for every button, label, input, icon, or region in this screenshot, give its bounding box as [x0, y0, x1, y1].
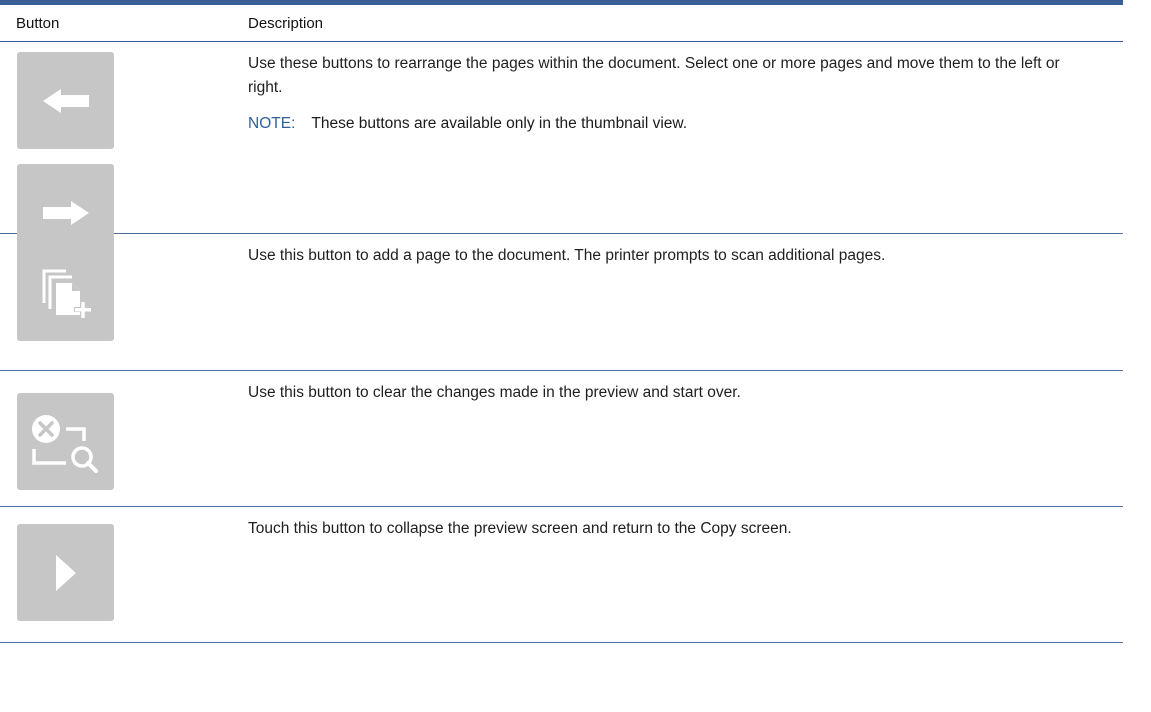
arrow-right-icon: [42, 200, 89, 225]
header-button: Button: [16, 14, 60, 32]
table-row: Use this button to add a page to the doc…: [0, 234, 1123, 371]
add-page-icon: [42, 269, 92, 319]
play-collapse-icon: [55, 554, 76, 591]
button-description-table: Button Description Use these buttons to …: [0, 0, 1123, 643]
button-cell: [0, 507, 248, 642]
description-cell: Use this button to clear the changes mad…: [248, 371, 1123, 506]
note-text: These buttons are available only in the …: [311, 115, 688, 132]
collapse-preview-button[interactable]: [17, 524, 114, 621]
table-row: Use this button to clear the changes mad…: [0, 371, 1123, 507]
clear-preview-icon: [31, 414, 98, 473]
description-text: Use this button to clear the changes mad…: [248, 384, 741, 401]
button-cell: [0, 234, 248, 370]
description-cell: Use this button to add a page to the doc…: [248, 234, 1123, 370]
table-header: Button Description: [0, 5, 1123, 42]
header-description: Description: [248, 14, 324, 32]
button-cell: [0, 371, 248, 506]
table-row: Touch this button to collapse the previe…: [0, 507, 1123, 643]
description-text: Touch this button to collapse the previe…: [248, 520, 792, 537]
note-label: NOTE:: [248, 115, 296, 132]
description-cell: Use these buttons to rearrange the pages…: [248, 42, 1123, 233]
clear-preview-button[interactable]: [17, 393, 114, 490]
button-cell: [0, 42, 248, 261]
move-left-button[interactable]: [17, 52, 114, 149]
description-cell: Touch this button to collapse the previe…: [248, 507, 1123, 642]
arrow-left-icon: [42, 88, 89, 113]
table-row: Use these buttons to rearrange the pages…: [0, 42, 1123, 261]
description-text: Use these buttons to rearrange the pages…: [248, 55, 1060, 96]
note: NOTE: These buttons are available only i…: [248, 112, 1063, 136]
description-text: Use this button to add a page to the doc…: [248, 247, 886, 264]
add-page-button[interactable]: [17, 244, 114, 341]
